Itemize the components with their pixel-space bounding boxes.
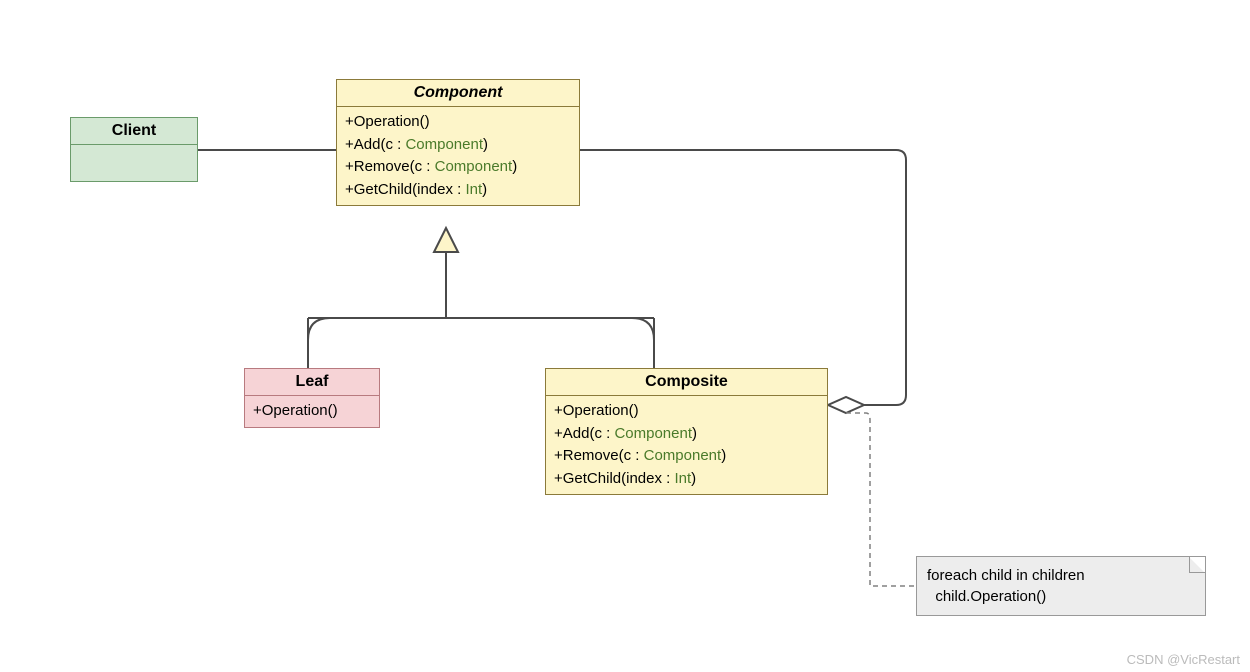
component-body: +Operation() +Add(c : Component) +Remove… (337, 107, 579, 205)
leaf-body: +Operation() (245, 396, 379, 427)
component-op-operation: +Operation() (345, 111, 571, 134)
client-body (71, 145, 197, 181)
component-op-add: +Add(c : Component) (345, 134, 571, 157)
component-op-remove: +Remove(c : Component) (345, 156, 571, 179)
composite-op-add: +Add(c : Component) (554, 423, 819, 446)
client-title: Client (71, 118, 197, 145)
uml-class-client: Client (70, 117, 198, 182)
watermark: CSDN @VicRestart (1127, 652, 1240, 667)
component-op-getchild: +GetChild(index : Int) (345, 179, 571, 202)
leaf-op-operation: +Operation() (253, 400, 371, 423)
composite-op-operation: +Operation() (554, 400, 819, 423)
note-line1: foreach child in children (927, 565, 1195, 586)
composite-title: Composite (546, 369, 827, 396)
composite-op-getchild: +GetChild(index : Int) (554, 468, 819, 491)
composite-body: +Operation() +Add(c : Component) +Remove… (546, 396, 827, 494)
composite-op-remove: +Remove(c : Component) (554, 445, 819, 468)
component-title: Component (337, 80, 579, 107)
uml-class-leaf: Leaf +Operation() (244, 368, 380, 428)
uml-note: foreach child in children child.Operatio… (916, 556, 1206, 616)
note-line2: child.Operation() (927, 586, 1195, 607)
leaf-title: Leaf (245, 369, 379, 396)
uml-class-composite: Composite +Operation() +Add(c : Componen… (545, 368, 828, 495)
uml-class-component: Component +Operation() +Add(c : Componen… (336, 79, 580, 206)
note-fold-line (1189, 557, 1205, 573)
